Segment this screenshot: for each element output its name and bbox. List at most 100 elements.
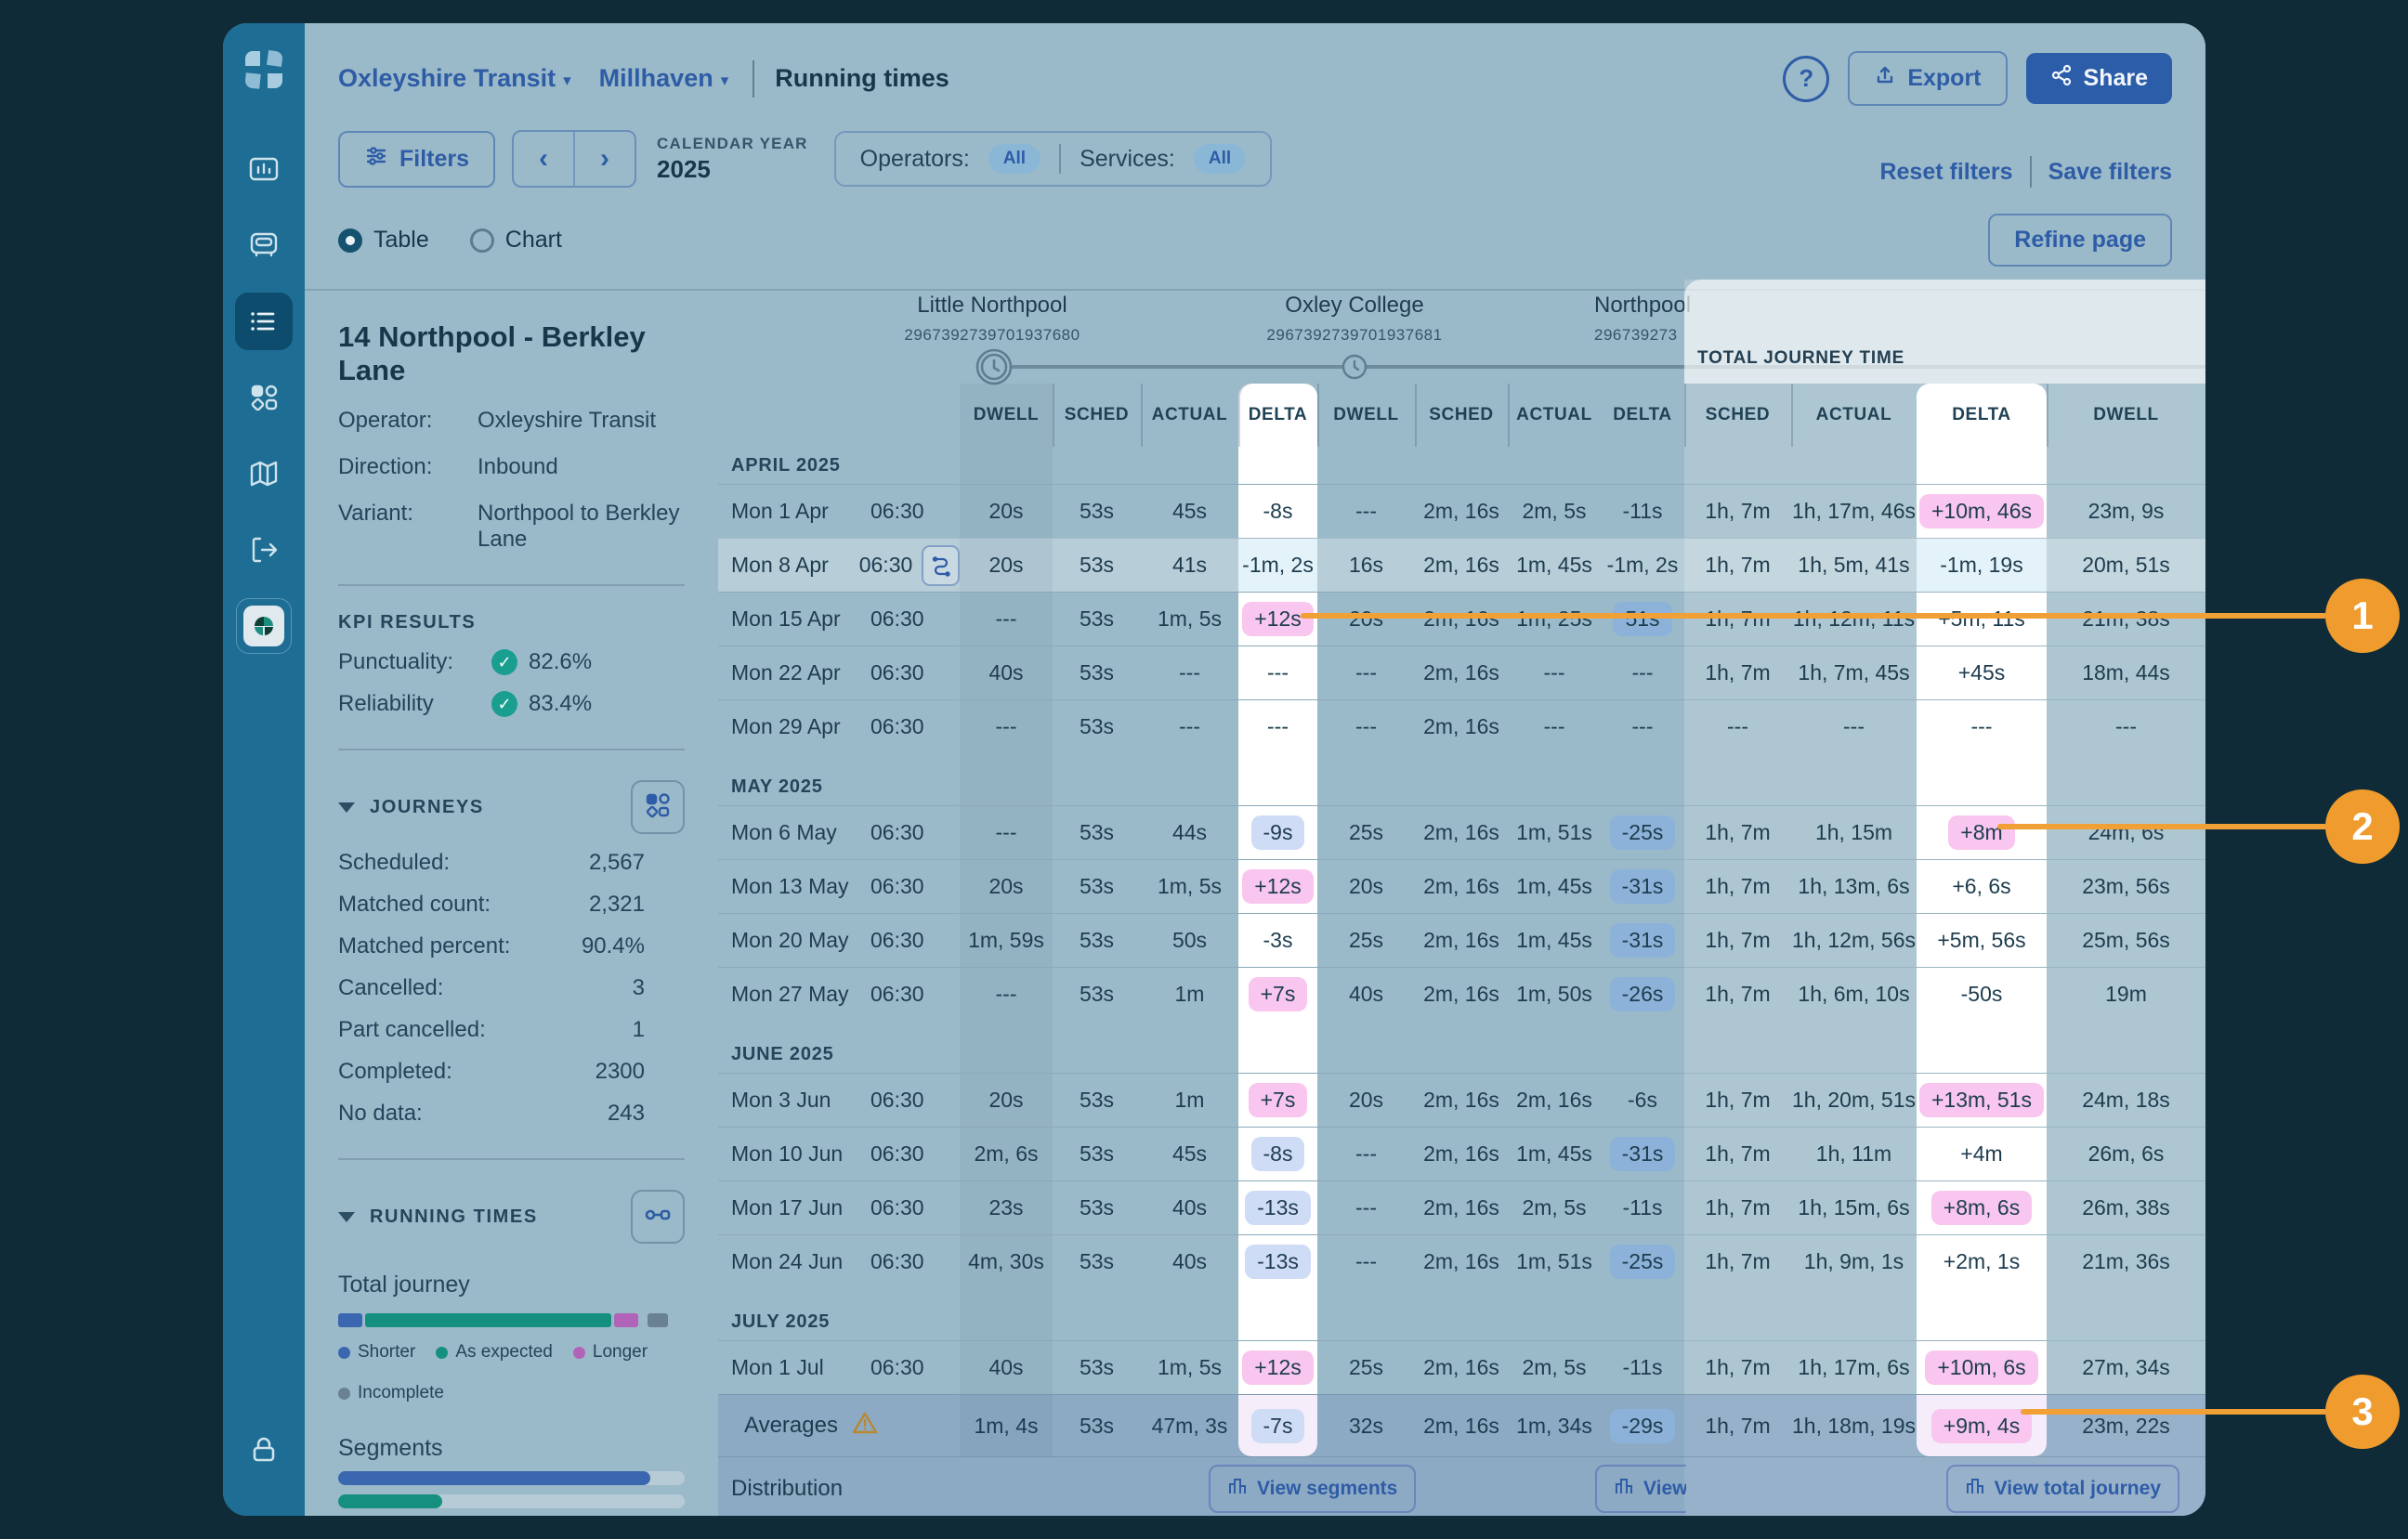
cell-value: 1h, 7m	[1684, 539, 1791, 592]
legend-dot-icon	[573, 1347, 585, 1359]
cell-value: 2m, 5s	[1508, 485, 1601, 538]
journeys-settings-button[interactable]	[631, 780, 685, 834]
column-header-dwell[interactable]: DWELL	[2047, 384, 2205, 447]
column-header-sched[interactable]: SCHED	[1053, 384, 1141, 447]
breadcrumb-operator[interactable]: Oxleyshire Transit	[338, 64, 556, 93]
column-header-sched[interactable]: SCHED	[1684, 384, 1791, 447]
cell-empty	[1053, 1288, 1141, 1303]
cell-value: +9m, 4s	[1917, 1395, 2047, 1456]
table-row[interactable]: Mon 20 May06:301m, 59s53s50s-3s25s2m, 16…	[718, 913, 2205, 967]
delta-chip-lav: -13s	[1245, 1245, 1311, 1279]
row-date: Mon 3 Jun	[731, 1088, 870, 1113]
table-row[interactable]: Mon 13 May06:3020s53s1m, 5s+12s20s2m, 16…	[718, 859, 2205, 913]
cell-empty	[1141, 1288, 1238, 1303]
row-time: 06:30	[870, 1141, 924, 1167]
sidebar-item-components[interactable]	[235, 369, 293, 426]
table-row[interactable]: Mon 24 Jun06:304m, 30s53s40s-13s---2m, 1…	[718, 1234, 2205, 1288]
date-cell: Mon 17 Jun06:30	[718, 1181, 960, 1234]
sidebar-item-running-times[interactable]	[235, 293, 293, 350]
help-button[interactable]: ?	[1783, 56, 1829, 102]
column-header-delta[interactable]: DELTA	[1917, 384, 2047, 447]
check-circle-icon: ✓	[491, 691, 517, 717]
cell-value: -1m, 2s	[1238, 539, 1317, 592]
operators-services-box[interactable]: Operators: All Services: All	[834, 131, 1272, 187]
cell-value: 53s	[1053, 1235, 1141, 1288]
view-button[interactable]: View segments	[1209, 1465, 1416, 1513]
table-row[interactable]: Mon 3 Jun06:3020s53s1m+7s20s2m, 16s2m, 1…	[718, 1073, 2205, 1127]
kpi-label: Reliability	[338, 691, 491, 717]
table-row[interactable]: Mon 29 Apr06:30---53s---------2m, 16s---…	[718, 699, 2205, 753]
sidebar-item-lock[interactable]	[235, 1421, 293, 1479]
cell-empty	[960, 447, 1053, 484]
cell-empty	[1508, 753, 1601, 768]
column-header-sched[interactable]: SCHED	[1415, 384, 1508, 447]
cell-empty	[1415, 753, 1508, 768]
distribution-row: DistributionView segmentsView segmentsVi…	[718, 1456, 2205, 1516]
table-row[interactable]: Mon 17 Jun06:3023s53s40s-13s---2m, 16s2m…	[718, 1180, 2205, 1234]
column-header-dwell[interactable]: DWELL	[960, 384, 1053, 447]
clock-icon	[1341, 353, 1368, 385]
column-header-actual[interactable]: ACTUAL	[1508, 384, 1601, 447]
table-row[interactable]: Mon 22 Apr06:3040s53s---------2m, 16s---…	[718, 646, 2205, 699]
route-variant-button[interactable]	[922, 545, 960, 586]
radio-table[interactable]: Table	[338, 227, 429, 254]
column-header-delta[interactable]: DELTA	[1238, 384, 1317, 447]
cell-empty	[2047, 1036, 2205, 1073]
cell-value: -11s	[1601, 1341, 1684, 1394]
sidebar-item-vehicles[interactable]	[235, 216, 293, 274]
delta-chip-pink: +10m, 46s	[1919, 494, 2044, 528]
next-year-button[interactable]: ›	[575, 132, 635, 186]
prev-year-button[interactable]: ‹	[514, 132, 575, 186]
journeys-section-header[interactable]: JOURNEYS	[338, 780, 685, 834]
table-row[interactable]: Mon 8 Apr06:3020s53s41s-1m, 2s16s2m, 16s…	[718, 538, 2205, 592]
cell-value: -29s	[1601, 1395, 1684, 1456]
sidebar-item-apps[interactable]	[235, 597, 293, 655]
cell-value: ---	[1917, 700, 2047, 753]
running-times-section-header[interactable]: RUNNING TIMES	[338, 1190, 685, 1244]
breadcrumb-region[interactable]: Millhaven	[599, 64, 713, 93]
cell-empty: MAY 2025	[718, 768, 960, 805]
view-button[interactable]: View total journey	[1946, 1465, 2179, 1513]
journeys-heading: JOURNEYS	[370, 797, 484, 818]
save-filters-link[interactable]: Save filters	[2048, 159, 2172, 186]
table-row[interactable]: Mon 10 Jun06:302m, 6s53s45s-8s---2m, 16s…	[718, 1127, 2205, 1180]
table-row[interactable]: Mon 1 Apr06:3020s53s45s-8s---2m, 16s2m, …	[718, 484, 2205, 538]
reset-filters-link[interactable]: Reset filters	[1879, 159, 2012, 186]
table-row[interactable]: Mon 1 Jul06:3040s53s1m, 5s+12s25s2m, 16s…	[718, 1340, 2205, 1394]
export-button[interactable]: Export	[1848, 51, 2007, 106]
cell-value: 20s	[1317, 1074, 1415, 1127]
column-header-dwell[interactable]: DWELL	[1317, 384, 1415, 447]
refine-page-button[interactable]: Refine page	[1988, 214, 2172, 267]
cell-empty	[718, 1288, 960, 1303]
share-button[interactable]: Share	[2026, 53, 2172, 104]
stat-value: 243	[608, 1101, 645, 1127]
column-header-actual[interactable]: ACTUAL	[1791, 384, 1917, 447]
table-row[interactable]: Mon 27 May06:30---53s1m+7s40s2m, 16s1m, …	[718, 967, 2205, 1021]
cell-empty	[1317, 1288, 1415, 1303]
legend-label: Longer	[593, 1342, 648, 1363]
table-row[interactable]: Mon 6 May06:30---53s44s-9s25s2m, 16s1m, …	[718, 805, 2205, 859]
averages-row[interactable]: Averages1m, 4s53s47m, 3s-7s32s2m, 16s1m,…	[718, 1394, 2205, 1456]
view-button[interactable]: View segments	[1595, 1465, 1686, 1513]
cell-value: -31s	[1601, 914, 1684, 967]
filters-button[interactable]: Filters	[338, 131, 495, 188]
cell-value: 1h, 20m, 51s	[1791, 1074, 1917, 1127]
month-row: MAY 2025	[718, 768, 2205, 805]
column-header-delta[interactable]: DELTA	[1601, 384, 1684, 447]
sidebar-item-map[interactable]	[235, 445, 293, 502]
stat-row: Part cancelled:1	[338, 1017, 645, 1043]
cell-value: 25m, 56s	[2047, 914, 2205, 967]
radio-chart[interactable]: Chart	[470, 227, 562, 254]
cell-value: 1h, 7m	[1684, 646, 1791, 699]
column-header-actual[interactable]: ACTUAL	[1141, 384, 1238, 447]
cell-value: 20s	[960, 485, 1053, 538]
cell-value: +12s	[1238, 860, 1317, 913]
row-date: Mon 17 Jun	[731, 1195, 870, 1220]
table-row[interactable]: Mon 15 Apr06:30---53s1m, 5s+12s20s2m, 16…	[718, 592, 2205, 646]
cell-value: -6s	[1601, 1074, 1684, 1127]
sidebar-item-dashboard[interactable]	[235, 140, 293, 198]
sidebar-item-signout[interactable]	[235, 521, 293, 579]
cell-empty	[1791, 1288, 1917, 1303]
delta-chip-pink: +7s	[1249, 1083, 1308, 1117]
running-times-link-button[interactable]	[631, 1190, 685, 1244]
